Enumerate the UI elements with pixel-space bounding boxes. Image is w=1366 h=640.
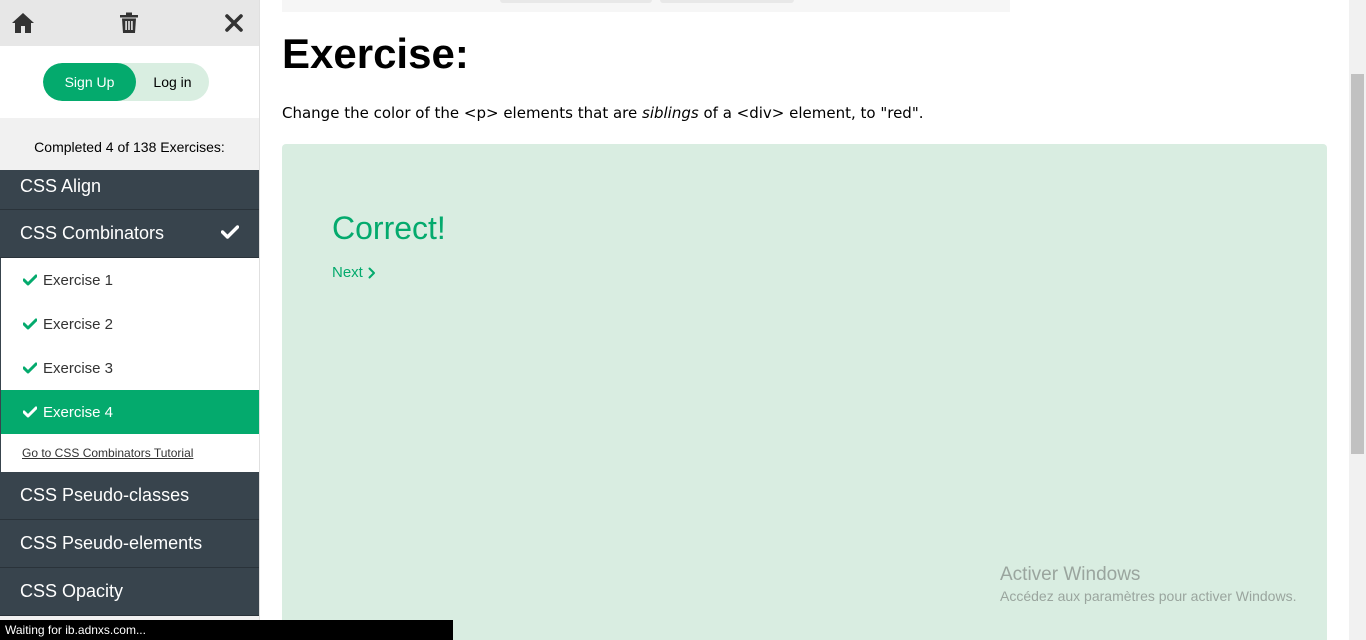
exercise-label: Exercise 2 — [43, 315, 114, 333]
exercise-item-2[interactable]: Exercise 2 — [0, 302, 259, 346]
category-css-combinators[interactable]: CSS Combinators — [0, 210, 259, 258]
correct-message: Correct! — [332, 210, 446, 246]
vertical-scrollbar[interactable] — [1349, 0, 1366, 640]
category-label: CSS Pseudo-elements — [20, 533, 203, 553]
sidebar-toolbar — [0, 0, 259, 46]
description-text: Change the color of the <p> elements tha… — [282, 104, 643, 122]
trash-icon[interactable] — [116, 10, 142, 36]
browser-status-bar: Waiting for ib.adnxs.com... — [0, 620, 453, 640]
description-emphasis: siblings — [642, 104, 699, 122]
check-icon — [23, 274, 37, 286]
exercise-item-3[interactable]: Exercise 3 — [0, 346, 259, 390]
watermark-subtitle: Accédez aux paramètres pour activer Wind… — [1000, 588, 1297, 604]
exercise-label: Exercise 4 — [43, 403, 114, 421]
top-strip-segment — [500, 0, 652, 3]
exercise-item-4[interactable]: Exercise 4 — [0, 390, 259, 434]
auth-pill: Sign Up Log in — [43, 63, 209, 101]
page: Sign Up Log in Completed 4 of 138 Exerci… — [0, 0, 1366, 640]
category-label: CSS Combinators — [20, 223, 165, 243]
exercise-title: Exercise: — [282, 30, 469, 77]
windows-activation-watermark: Activer Windows Accédez aux paramètres p… — [1000, 564, 1296, 604]
category-label: CSS Align — [20, 176, 102, 196]
category-label: CSS Pseudo-classes — [20, 485, 190, 505]
exercise-description: Change the color of the <p> elements tha… — [282, 104, 924, 122]
category-css-opacity[interactable]: CSS Opacity — [0, 568, 259, 616]
watermark-title: Activer Windows — [1000, 564, 1141, 585]
login-button[interactable]: Log in — [136, 63, 209, 101]
check-icon — [23, 362, 37, 374]
next-label: Next — [332, 264, 363, 281]
exercise-label: Exercise 1 — [43, 271, 114, 289]
auth-area: Sign Up Log in — [0, 46, 259, 118]
sidebar: Sign Up Log in Completed 4 of 138 Exerci… — [0, 0, 260, 640]
category-css-align[interactable]: CSS Align — [0, 170, 259, 210]
exercise-item-1[interactable]: Exercise 1 — [0, 258, 259, 302]
next-link[interactable]: Next — [332, 264, 376, 281]
category-css-pseudo-classes[interactable]: CSS Pseudo-classes — [0, 472, 259, 520]
top-strip — [282, 0, 1010, 12]
category-label: CSS Opacity — [20, 581, 124, 601]
close-icon[interactable] — [221, 10, 247, 36]
check-icon — [220, 223, 240, 244]
description-text: of a <div> element, to "red". — [698, 104, 924, 122]
signup-button[interactable]: Sign Up — [43, 63, 136, 101]
exercise-label: Exercise 3 — [43, 359, 114, 377]
tutorial-link[interactable]: Go to CSS Combinators Tutorial — [0, 434, 259, 472]
check-icon — [23, 318, 37, 330]
home-icon[interactable] — [10, 10, 36, 36]
top-strip-segment — [660, 0, 794, 3]
check-icon — [23, 406, 37, 418]
category-css-pseudo-elements[interactable]: CSS Pseudo-elements — [0, 520, 259, 568]
scrollbar-thumb[interactable] — [1351, 74, 1364, 454]
chevron-right-icon — [368, 267, 376, 279]
progress-text: Completed 4 of 138 Exercises: — [0, 118, 259, 170]
